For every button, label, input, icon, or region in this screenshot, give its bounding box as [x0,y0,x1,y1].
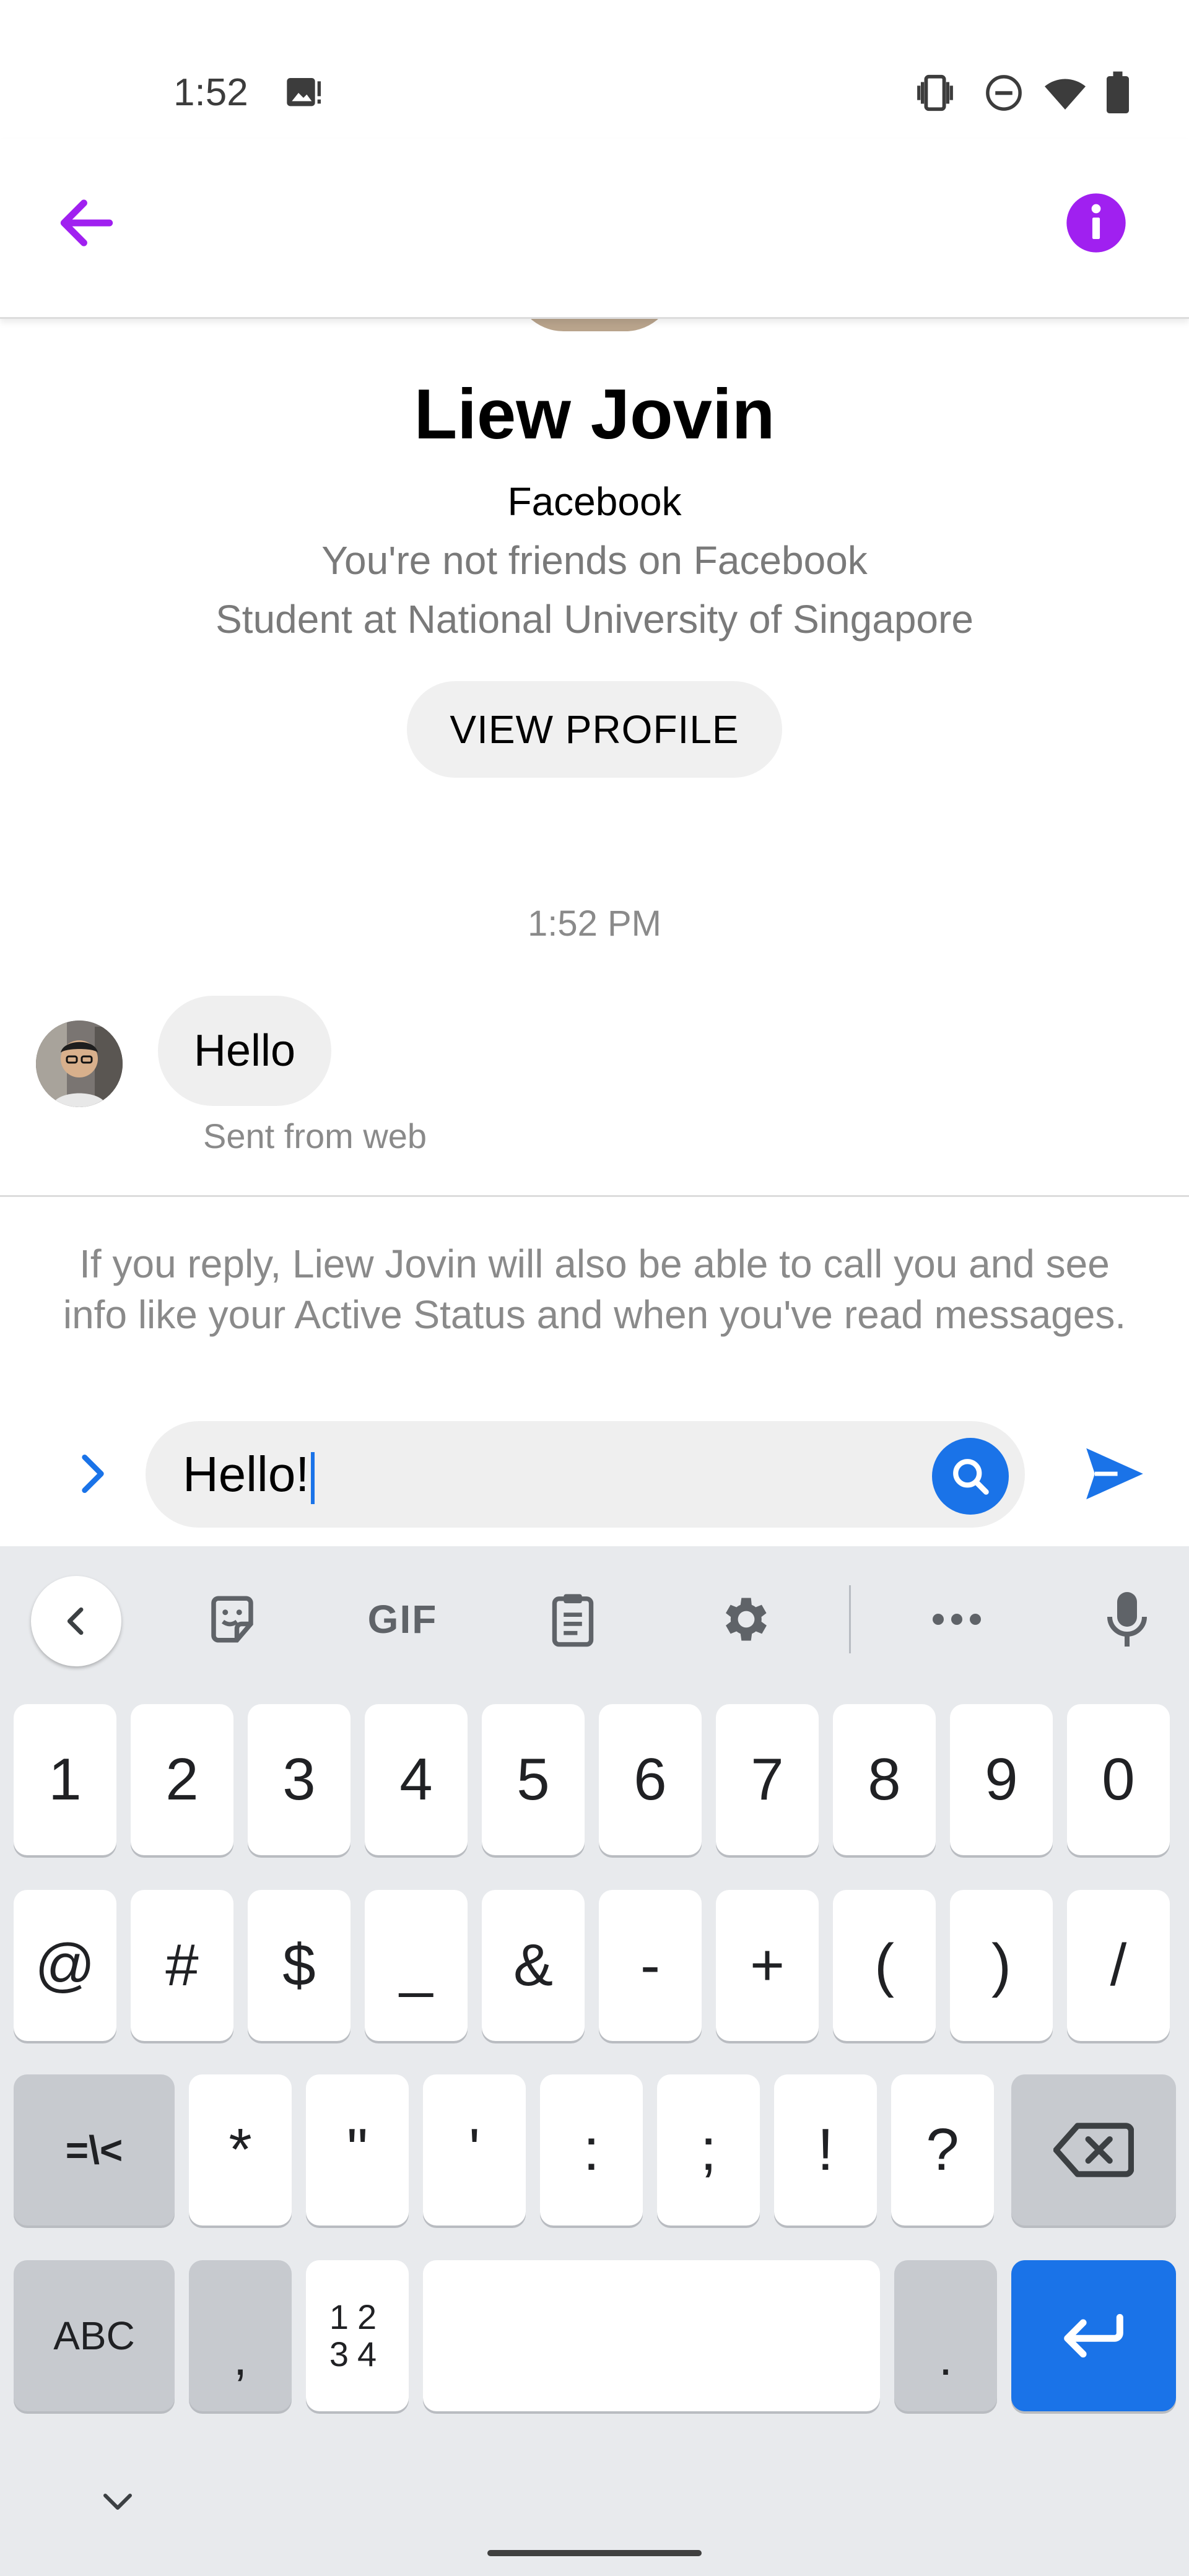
key-exclamation[interactable]: ! [774,2074,877,2226]
message-input-text[interactable]: Hello! [183,1446,315,1504]
key-single-quote[interactable]: ' [423,2074,526,2226]
key-semicolon[interactable]: ; [657,2074,760,2226]
conversation-header [0,139,1189,319]
avatar[interactable] [36,1020,123,1107]
key-6[interactable]: 6 [599,1704,702,1855]
text-caret [310,1451,315,1504]
message-bubble[interactable]: Hello [158,996,332,1106]
clipboard-icon [552,1594,594,1647]
profile-name: Liew Jovin [414,375,775,454]
backspace-icon [1053,2123,1134,2177]
chevron-down-icon [103,2494,132,2510]
arrow-left-icon [60,199,113,246]
key-hash[interactable]: # [131,1890,233,2041]
keyboard-settings-button[interactable] [706,1585,786,1653]
do-not-disturb-icon [982,68,1026,118]
key-colon[interactable]: : [540,2074,643,2226]
back-button[interactable] [43,180,130,266]
profile-bio: Student at National University of Singap… [216,597,973,642]
abc-key[interactable]: ABC [14,2260,175,2411]
sticker-button[interactable] [192,1585,272,1653]
toolbar-separator [849,1585,851,1653]
info-button[interactable] [1053,180,1139,266]
keyboard-back-button[interactable] [31,1576,121,1666]
profile-platform: Facebook [507,479,682,524]
image-notification-icon [282,68,325,118]
send-button[interactable] [1071,1430,1158,1517]
key-open-paren[interactable]: ( [833,1890,936,2041]
numpad-key[interactable]: 12 34 [306,2260,409,2411]
key-slash[interactable]: / [1067,1890,1170,2041]
status-time: 1:52 [173,71,248,114]
navigation-handle[interactable] [487,2550,702,2556]
period-key[interactable]: . [894,2260,997,2411]
key-4[interactable]: 4 [365,1704,468,1855]
symbols-shift-key[interactable]: =\< [14,2074,175,2226]
numpad-label: 12 34 [329,2299,385,2373]
battery-icon [1099,68,1136,118]
friend-status: You're not friends on Facebook [321,538,868,583]
vibrate-icon [910,68,960,118]
chevron-right-icon [82,1455,104,1493]
key-at[interactable]: @ [14,1890,116,2041]
chevron-left-icon [67,1607,84,1635]
view-profile-button[interactable]: VIEW PROFILE [407,681,782,778]
enter-key[interactable] [1011,2260,1176,2411]
numpad-label-bottom: 34 [329,2334,386,2374]
numpad-label-top: 12 [329,2297,386,2336]
key-3[interactable]: 3 [248,1704,351,1855]
enter-icon [1064,2313,1123,2358]
key-dollar[interactable]: $ [248,1890,351,2041]
wifi-icon [1040,68,1090,118]
message-meta: Sent from web [203,1116,427,1155]
microphone-icon [1107,1592,1147,1647]
divider [0,1195,1189,1197]
search-icon [953,1459,989,1495]
expand-composer-button[interactable] [62,1437,124,1511]
keyboard [0,1546,1189,2576]
gif-button[interactable]: GIF [353,1585,452,1653]
key-double-quote[interactable]: " [306,2074,409,2226]
info-icon [1066,193,1126,253]
key-5[interactable]: 5 [482,1704,585,1855]
sticker-icon [211,1596,253,1643]
search-button[interactable] [932,1438,1009,1515]
key-7[interactable]: 7 [716,1704,819,1855]
key-2[interactable]: 2 [131,1704,233,1855]
message-timestamp: 1:52 PM [528,903,661,944]
key-minus[interactable]: - [599,1890,702,2041]
more-button[interactable] [917,1585,997,1653]
gif-label: GIF [367,1597,438,1642]
message-input-value: Hello! [183,1447,310,1502]
key-close-paren[interactable]: ) [950,1890,1053,2041]
key-ampersand[interactable]: & [482,1890,585,2041]
key-plus[interactable]: + [716,1890,819,2041]
key-asterisk[interactable]: * [189,2074,292,2226]
key-0[interactable]: 0 [1067,1704,1170,1855]
more-horizontal-icon [933,1614,981,1625]
send-icon [1086,1448,1143,1500]
voice-input-button[interactable] [1087,1585,1167,1653]
backspace-key[interactable] [1011,2074,1176,2226]
key-underscore[interactable]: _ [365,1890,468,2041]
clipboard-button[interactable] [533,1585,613,1653]
key-1[interactable]: 1 [14,1704,116,1855]
key-question[interactable]: ? [891,2074,994,2226]
comma-key[interactable]: , [189,2260,292,2411]
space-key[interactable] [423,2260,880,2411]
reply-notice: If you reply, Liew Jovin will also be ab… [63,1242,1126,1337]
hide-keyboard-button[interactable] [87,2477,149,2526]
key-9[interactable]: 9 [950,1704,1053,1855]
key-8[interactable]: 8 [833,1704,936,1855]
gear-icon [726,1598,767,1641]
